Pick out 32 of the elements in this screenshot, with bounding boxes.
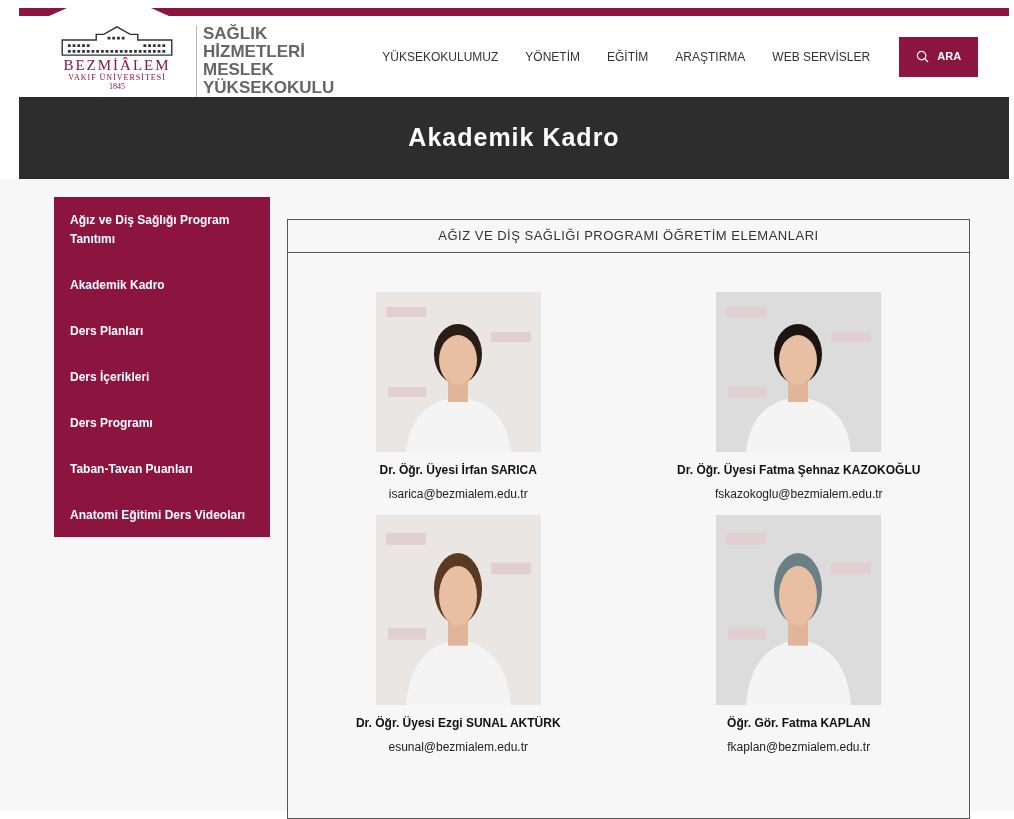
page-title: Akademik Kadro: [408, 122, 620, 154]
nav-link[interactable]: EĞİTİM: [607, 47, 649, 66]
sidebar-link[interactable]: Anatomi Eğitimi Ders Videoları: [54, 506, 270, 525]
staff-email[interactable]: fskazokoglu@bezmialem.edu.tr: [714, 485, 883, 503]
sidebar-link[interactable]: Ders Programı: [54, 414, 270, 433]
staff-email[interactable]: fkaplan@bezmialem.edu.tr: [727, 738, 871, 756]
staff-email[interactable]: esunal@bezmialem.edu.tr: [388, 738, 529, 756]
staff-name: Öğr. Gör. Fatma KAPLAN: [727, 715, 871, 732]
nav-link[interactable]: WEB SERVİSLER: [772, 47, 871, 66]
search-button[interactable]: ARA: [899, 36, 979, 77]
logo-year: 1845: [109, 81, 125, 91]
school-name-line: YÜKSEKOKULU: [203, 78, 335, 97]
nav-link[interactable]: ARAŞTIRMA: [675, 47, 746, 66]
school-name-line: SAĞLIK: [203, 24, 269, 43]
nav-link[interactable]: YÜKSEKOKULUMUZ: [382, 47, 499, 66]
sidebar-link[interactable]: Ders Planları: [54, 322, 270, 341]
panel-heading: AĞIZ VE DİŞ SAĞLIĞI PROGRAMI ÖĞRETİM ELEMANLARI: [288, 220, 969, 253]
nav-link[interactable]: YÖNETİM: [525, 47, 580, 66]
staff-name: Dr. Öğr. Üyesi Ezgi SUNAL AKTÜRK: [355, 715, 561, 732]
logo-subtitle: VAKIF ÜNİVERSİTESİ: [68, 72, 166, 82]
staff-email[interactable]: isarica@bezmialem.edu.tr: [388, 485, 528, 503]
school-name-line: MESLEK: [203, 60, 274, 79]
logo-name: BEZMİÂLEM: [63, 56, 171, 73]
university-logo[interactable]: BEZMİÂLEM VAKIF ÜNİVERSİTESİ 1845: [56, 22, 178, 91]
staff-name: Dr. Öğr. Üyesi Fatma Şehnaz KAZOKOĞLU: [677, 461, 921, 479]
search-icon: [916, 50, 930, 63]
sidebar-link[interactable]: Akademik Kadro: [54, 276, 270, 295]
sidebar-link[interactable]: Ders İçerikleri: [54, 368, 270, 387]
school-name-line: HİZMETLERİ: [203, 42, 306, 61]
staff-name: Dr. Öğr. Üyesi İrfan SARICA: [379, 462, 537, 479]
sidebar-link[interactable]: Ağız ve Diş Sağlığı Program Tanıtımı: [54, 211, 270, 249]
sidebar-link[interactable]: Taban-Tavan Puanları: [54, 460, 270, 479]
